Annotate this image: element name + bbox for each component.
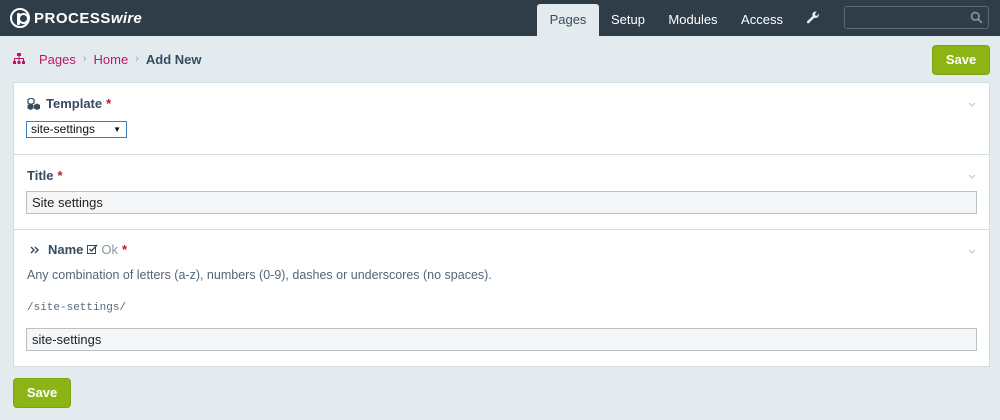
- nav-modules[interactable]: Modules: [662, 4, 724, 36]
- select-arrow-icon: ▼: [113, 125, 121, 134]
- save-button-bottom[interactable]: Save: [13, 378, 71, 408]
- breadcrumb-separator: ›: [135, 53, 139, 65]
- title-label: Title *: [27, 168, 63, 183]
- sitemap-icon[interactable]: [13, 53, 25, 65]
- required-marker: *: [106, 96, 112, 111]
- title-field: Title * Site settings: [14, 155, 989, 230]
- wrench-icon[interactable]: [806, 11, 820, 25]
- nav-pages[interactable]: Pages: [537, 4, 599, 36]
- breadcrumb-separator: ›: [82, 53, 87, 65]
- name-status-text: Ok: [101, 242, 119, 257]
- title-input[interactable]: Site settings: [26, 191, 977, 214]
- save-button-top[interactable]: Save: [932, 45, 990, 75]
- template-select[interactable]: site-settings ▼: [26, 121, 127, 138]
- search-icon: [970, 11, 983, 24]
- name-path-preview: /site-settings/: [27, 302, 127, 314]
- chevron-down-icon[interactable]: [967, 246, 977, 256]
- breadcrumb: Pages › Home › Add New: [13, 50, 202, 68]
- name-field: Name Ok * Any combination of letters (a-…: [14, 230, 989, 367]
- template-label: Template *: [27, 96, 111, 111]
- title-label-text: Title: [27, 168, 54, 183]
- breadcrumb-pages[interactable]: Pages: [39, 52, 76, 67]
- cubes-icon: [27, 97, 40, 110]
- name-label-text: Name: [48, 242, 84, 257]
- add-page-form: Template * site-settings ▼ Title * Site …: [13, 82, 990, 367]
- logo-text-wire: wire: [110, 9, 143, 27]
- chevron-down-icon[interactable]: [967, 171, 977, 181]
- nav-setup[interactable]: Setup: [604, 4, 652, 36]
- name-description: Any combination of letters (a-z), number…: [27, 268, 492, 282]
- breadcrumb-home[interactable]: Home: [94, 52, 129, 67]
- angle-double-right-icon[interactable]: [30, 245, 40, 255]
- template-label-text: Template: [46, 96, 103, 111]
- breadcrumb-current: Add New: [145, 51, 202, 67]
- nav-access[interactable]: Access: [734, 4, 790, 36]
- required-marker: *: [57, 168, 63, 183]
- template-select-value: site-settings: [31, 122, 96, 136]
- processwire-logo-icon: [10, 8, 30, 28]
- logo-text-process: PROCESS: [34, 9, 111, 27]
- template-field: Template * site-settings ▼: [14, 83, 989, 155]
- name-status: Ok: [87, 242, 118, 257]
- required-marker: *: [122, 242, 128, 257]
- name-label: Name Ok *: [27, 242, 127, 257]
- chevron-down-icon[interactable]: [967, 99, 977, 109]
- checkbox-checked-icon: [87, 244, 98, 254]
- top-navbar: PROCESS wire Pages Setup Modules Access: [0, 0, 1000, 36]
- processwire-logo[interactable]: PROCESS wire: [10, 8, 142, 28]
- search-input[interactable]: [844, 6, 989, 29]
- name-input[interactable]: site-settings: [26, 328, 977, 351]
